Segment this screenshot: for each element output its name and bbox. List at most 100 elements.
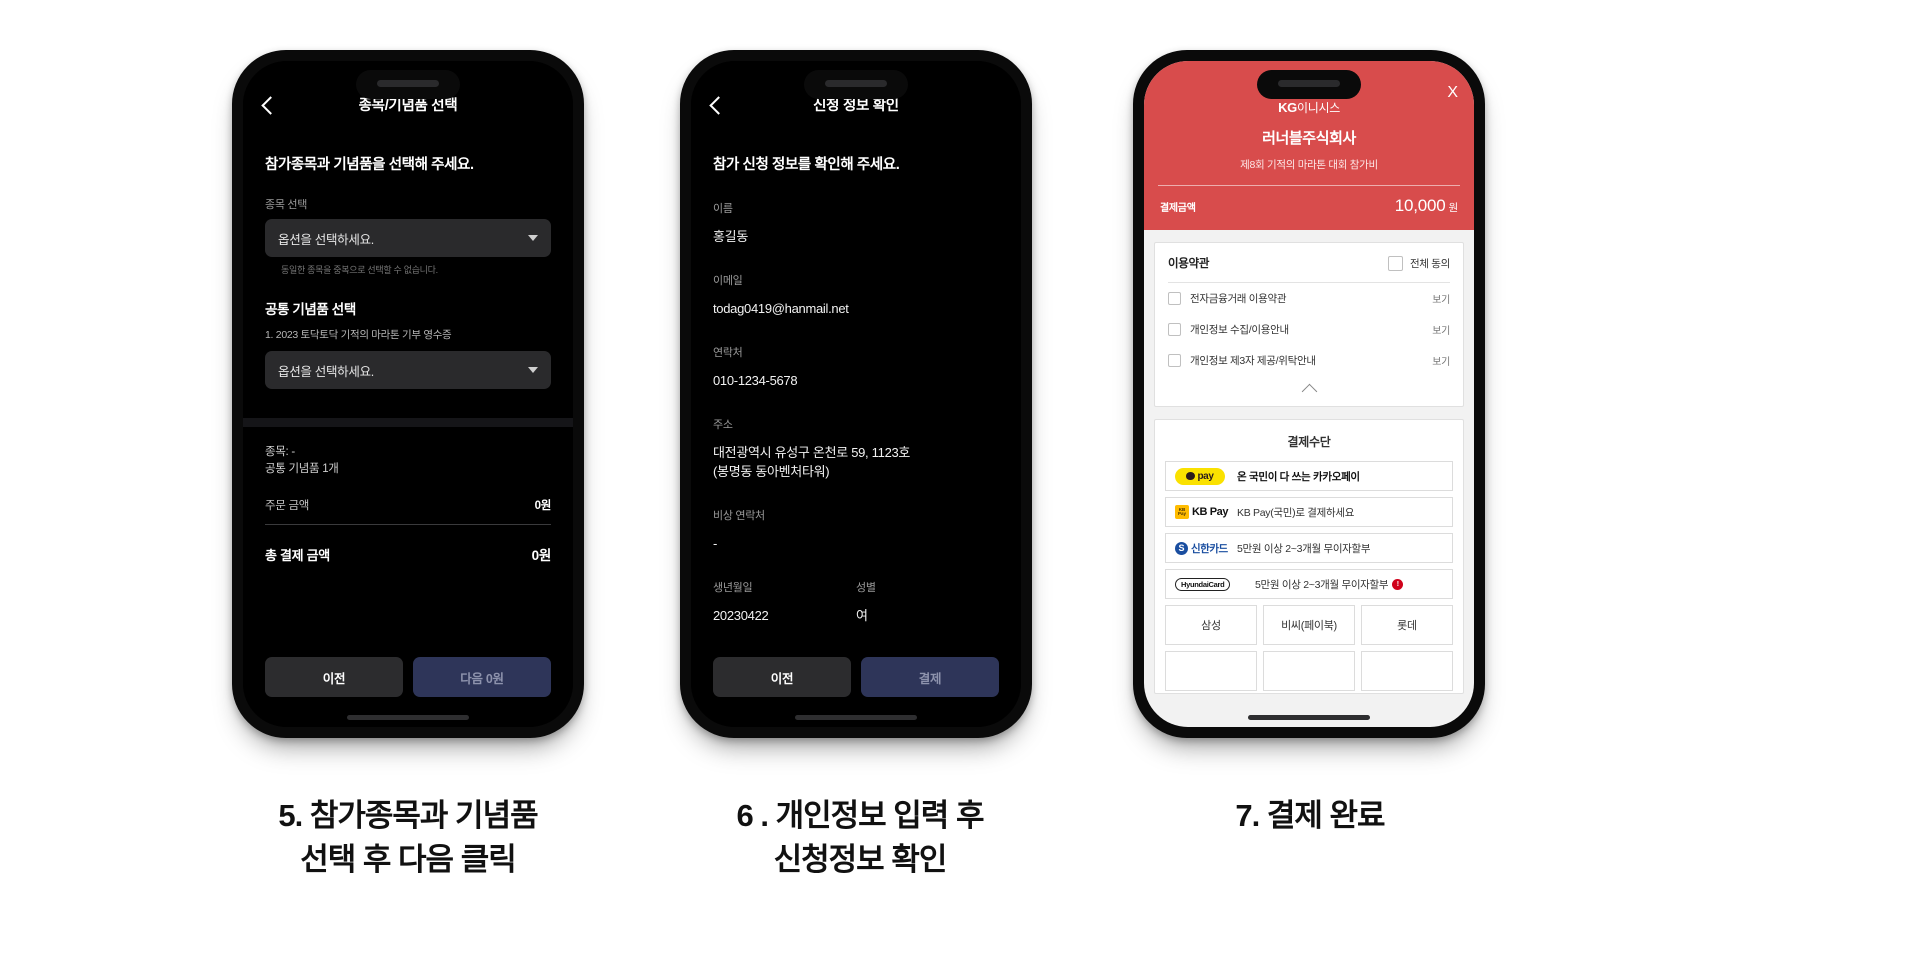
- kg-inicis-logo: KG이니시스: [1144, 99, 1474, 116]
- close-icon[interactable]: X: [1447, 85, 1458, 101]
- shinhan-mark: S: [1175, 541, 1188, 555]
- shinhancard-logo: S 신한카드: [1175, 541, 1231, 556]
- payment-card-samsung[interactable]: 삼성: [1165, 605, 1257, 645]
- kb-badge: KB Pay: [1175, 505, 1189, 519]
- payment-amount-label: 결제금액: [1160, 203, 1196, 214]
- gift-item-label: 1. 2023 토닥토닥 기적의 마라톤 기부 영수증: [265, 329, 452, 341]
- payment-methods-card: 결제수단 pay 온 국민이 다 쓰는 카카오페이 KB Pay KB Pay …: [1154, 419, 1464, 694]
- field-label: 성별: [856, 582, 876, 594]
- agree-all-label: 전체 동의: [1409, 257, 1450, 270]
- term-label: 개인정보 수집/이용안내: [1190, 324, 1289, 336]
- gift-select-value: 옵션을 선택하세요.: [278, 364, 374, 379]
- term-item-3[interactable]: 개인정보 제3자 제공/위탁안내 보기: [1155, 345, 1463, 376]
- phone-2-screen: 신청 정보 확인 참가 신청 정보를 확인해 주세요. 이름 홍길동 이메일 t…: [691, 61, 1021, 727]
- phone-speaker: [825, 80, 887, 87]
- product-description: 제8회 기적의 마라톤 대회 참가비: [1240, 159, 1378, 171]
- total-amount-value: 0원: [531, 548, 552, 563]
- term-checkbox[interactable]: [1168, 354, 1181, 367]
- field-phone: 연락처 010-1234-5678: [691, 318, 1021, 390]
- hyundai-text: HyundaiCard: [1175, 577, 1231, 591]
- inicis-payment-screen: X KG이니시스 러너블주식회사 제8회 기적의 마라톤 대회 참가비 결제금액…: [1144, 61, 1474, 727]
- warning-icon: !: [1392, 579, 1404, 591]
- caption-line: 선택 후 다음 클릭: [300, 842, 516, 877]
- event-select-dropdown[interactable]: 옵션을 선택하세요.: [265, 219, 551, 257]
- payment-method-kakaopay[interactable]: pay 온 국민이 다 쓰는 카카오페이: [1165, 461, 1453, 491]
- phone-speaker: [1278, 80, 1340, 87]
- summary-gift: 공통 기념품 1개: [265, 463, 339, 475]
- field-label: 생년월일: [713, 582, 753, 594]
- action-bar: 이전 결제: [691, 657, 1021, 697]
- action-bar: 이전 다음 0원: [243, 657, 573, 697]
- shinhan-text: 신한카드: [1191, 542, 1228, 555]
- kbpay-logo: KB Pay KB Pay: [1175, 505, 1231, 519]
- payment-methods-list: pay 온 국민이 다 쓰는 카카오페이 KB Pay KB Pay KB Pa…: [1155, 454, 1463, 599]
- field-label: 비상 연락처: [713, 510, 765, 522]
- prev-button[interactable]: 이전: [265, 657, 403, 697]
- payment-method-kbpay[interactable]: KB Pay KB Pay KB Pay(국민)로 결제하세요: [1165, 497, 1453, 527]
- page-title: 참가종목과 기념품을 선택해 주세요.: [265, 157, 474, 173]
- terms-title: 이용약관: [1168, 258, 1210, 270]
- payment-amount-row: 결제금액 10,000 원: [1144, 186, 1474, 216]
- term-view-link[interactable]: 보기: [1432, 291, 1450, 306]
- phone-1-screen: 종목/기념품 선택 참가종목과 기념품을 선택해 주세요. 종목 선택 옵션을 …: [243, 61, 573, 727]
- term-view-link[interactable]: 보기: [1432, 353, 1450, 368]
- brand-rest: 이니시스: [1296, 101, 1340, 115]
- term-view-link[interactable]: 보기: [1432, 322, 1450, 337]
- pay-button[interactable]: 결제: [861, 657, 999, 697]
- kb-pay-text: KB Pay: [1192, 506, 1229, 518]
- gift-select-dropdown[interactable]: 옵션을 선택하세요.: [265, 351, 551, 389]
- chevron-up-icon: [1301, 383, 1317, 400]
- payment-method-label: 5만원 이상 2~3개월 무이자할부: [1237, 542, 1371, 555]
- caption-step-7: 7. 결제 완료: [1070, 794, 1550, 838]
- payment-card-lotte[interactable]: 롯데: [1361, 605, 1453, 645]
- prev-button[interactable]: 이전: [713, 657, 851, 697]
- payment-card-more-3[interactable]: [1361, 651, 1453, 691]
- caption-step-5: 5. 참가종목과 기념품 선택 후 다음 클릭: [168, 794, 648, 882]
- phone-speaker: [377, 80, 439, 87]
- next-button[interactable]: 다음 0원: [413, 657, 551, 697]
- payment-card-more-1[interactable]: [1165, 651, 1257, 691]
- caption-line: 신청정보 확인: [773, 842, 948, 877]
- payment-method-shinhancard[interactable]: S 신한카드 5만원 이상 2~3개월 무이자할부: [1165, 533, 1453, 563]
- field-emergency-contact: 비상 연락처 -: [691, 481, 1021, 553]
- field-value: 홍길동: [713, 229, 748, 244]
- event-select-screen: 종목/기념품 선택 참가종목과 기념품을 선택해 주세요. 종목 선택 옵션을 …: [243, 61, 573, 727]
- screenshot-root: 종목/기념품 선택 참가종목과 기념품을 선택해 주세요. 종목 선택 옵션을 …: [0, 0, 1920, 978]
- agree-all-checkbox[interactable]: [1387, 255, 1403, 271]
- field-email: 이메일 todag0419@hanmail.net: [691, 246, 1021, 318]
- field-label: 이름: [713, 203, 733, 215]
- field-value: 010-1234-5678: [713, 373, 798, 388]
- term-item-1[interactable]: 전자금융거래 이용약관 보기: [1155, 283, 1463, 314]
- caption-line: 6 . 개인정보 입력 후: [736, 798, 985, 833]
- birth-gender-row: 생년월일 20230422 성별 여: [691, 553, 1021, 625]
- chevron-down-icon: [528, 235, 538, 241]
- payment-method-label: KB Pay(국민)로 결제하세요: [1237, 506, 1355, 519]
- payment-method-hyundaicard[interactable]: HyundaiCard 5만원 이상 2~3개월 무이자할부!: [1165, 569, 1453, 599]
- caption-line: 5. 참가종목과 기념품: [278, 798, 538, 833]
- term-checkbox[interactable]: [1168, 292, 1181, 305]
- brand-bold: KG: [1278, 100, 1297, 115]
- term-checkbox[interactable]: [1168, 323, 1181, 336]
- field-label: 연락처: [713, 347, 743, 359]
- home-indicator: [795, 715, 917, 720]
- chevron-down-icon: [528, 367, 538, 373]
- payment-card-grid: 삼성 비씨(페이북) 롯데: [1155, 605, 1463, 645]
- payment-amount-value: 10,000 원: [1394, 196, 1458, 215]
- agree-all-row[interactable]: 전체 동의: [1387, 255, 1450, 271]
- field-gender: 성별 여: [856, 579, 999, 625]
- term-label: 전자금융거래 이용약관: [1190, 293, 1287, 305]
- field-address: 주소 대전광역시 유성구 온천로 59, 1123호 (봉명동 동아벤처타워): [691, 390, 1021, 481]
- event-select-label: 종목 선택: [265, 199, 308, 211]
- term-item-2[interactable]: 개인정보 수집/이용안내 보기: [1155, 314, 1463, 345]
- order-summary: 종목: - 공통 기념품 1개 주문 금액 0원 총 결제 금액 0원: [243, 427, 573, 564]
- terms-collapse-button[interactable]: [1155, 376, 1463, 406]
- home-indicator: [1248, 715, 1370, 720]
- payment-card-bc[interactable]: 비씨(페이북): [1263, 605, 1355, 645]
- term-label: 개인정보 제3자 제공/위탁안내: [1190, 355, 1316, 367]
- phone-1-frame: 종목/기념품 선택 참가종목과 기념품을 선택해 주세요. 종목 선택 옵션을 …: [232, 50, 584, 738]
- event-select-hint: 동일한 종목을 중복으로 선택할 수 없습니다.: [281, 265, 438, 275]
- payment-methods-title: 결제수단: [1287, 435, 1331, 449]
- field-value: todag0419@hanmail.net: [713, 301, 849, 316]
- phone-3-screen: X KG이니시스 러너블주식회사 제8회 기적의 마라톤 대회 참가비 결제금액…: [1144, 61, 1474, 727]
- payment-card-more-2[interactable]: [1263, 651, 1355, 691]
